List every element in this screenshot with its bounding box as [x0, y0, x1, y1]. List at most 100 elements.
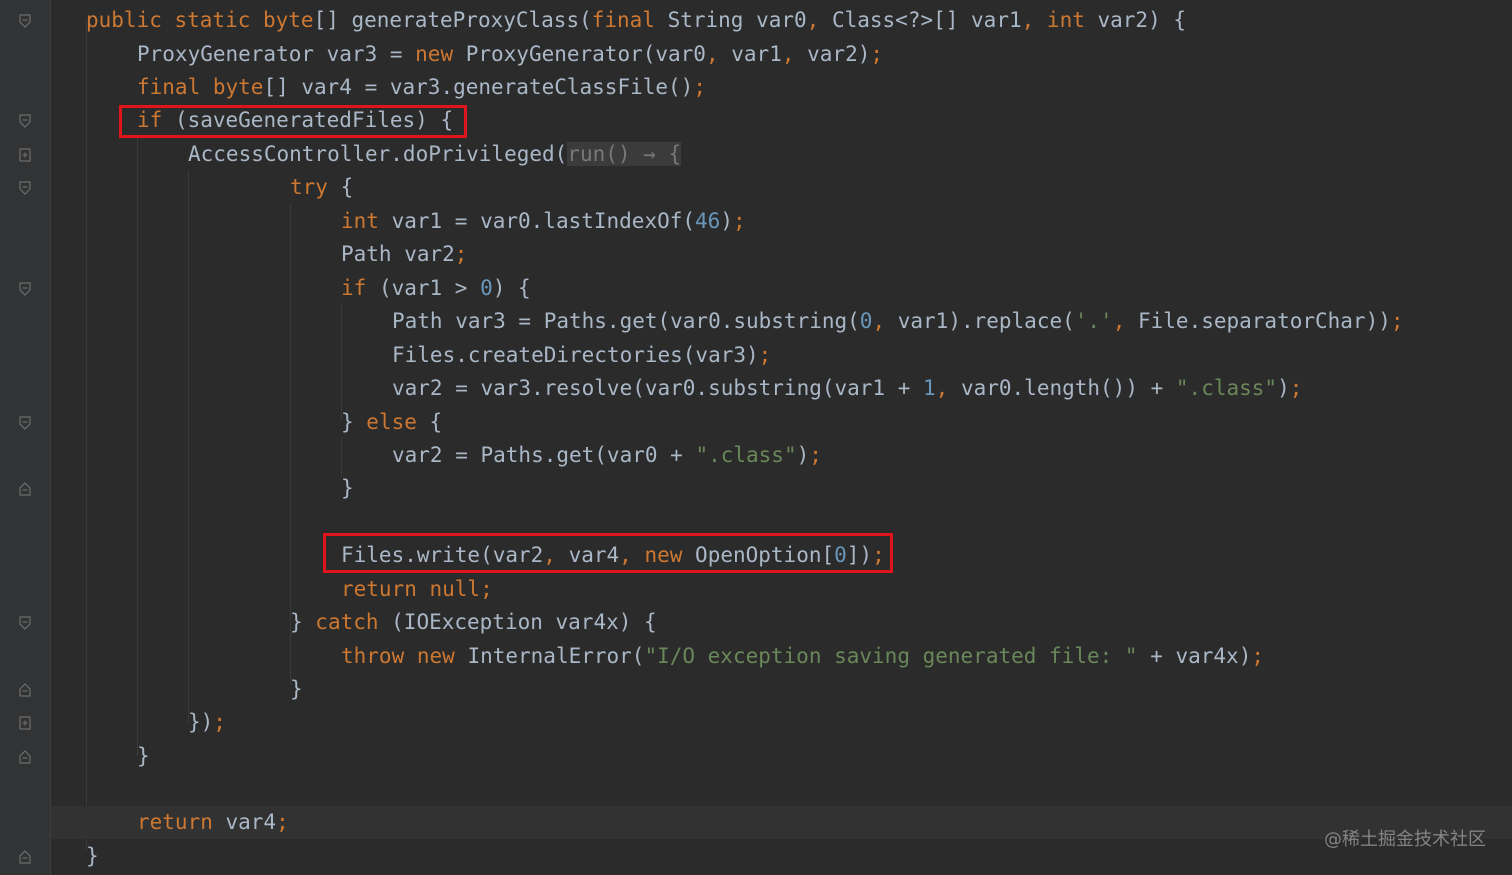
code-line[interactable] — [51, 506, 1512, 539]
code-token: ; — [213, 710, 226, 734]
fold-collapse-icon[interactable] — [19, 683, 31, 697]
code-line[interactable]: } — [51, 740, 1512, 773]
code-token: , — [935, 376, 961, 400]
code-token: ]) — [846, 543, 873, 567]
code-token: 0 — [859, 309, 873, 333]
code-text: } else { — [341, 406, 442, 439]
code-text: }); — [188, 706, 226, 739]
code-line[interactable]: return var4; — [51, 806, 1512, 839]
code-token: AccessController.doPrivileged( — [188, 142, 568, 166]
fold-collapse-icon[interactable] — [19, 416, 31, 430]
code-text: } — [86, 840, 99, 873]
code-line[interactable]: } — [51, 673, 1512, 706]
code-line[interactable]: var2 = Paths.get(var0 + ".class"); — [51, 439, 1512, 472]
code-token: File.separatorChar)) — [1138, 309, 1391, 333]
code-line[interactable]: if (var1 > 0) { — [51, 272, 1512, 305]
code-token: catch — [315, 610, 379, 634]
code-token: return null; — [341, 577, 493, 601]
code-token: ; — [870, 42, 884, 66]
code-token: var1 — [731, 42, 782, 66]
code-token: try — [290, 175, 328, 199]
code-text: if (var1 > 0) { — [341, 272, 531, 305]
code-token: int — [1046, 8, 1085, 32]
code-token: var1 = var0.lastIndexOf( — [378, 209, 696, 233]
code-line[interactable]: Files.write(var2, var4, new OpenOption[0… — [51, 539, 1512, 572]
code-token: Path var2 — [341, 242, 455, 266]
code-token: ; — [1390, 309, 1404, 333]
code-token: , — [806, 8, 832, 32]
code-token: ; — [1251, 644, 1264, 668]
code-token: var2 = Paths.get(var0 + — [392, 443, 696, 467]
code-line[interactable]: var2 = var3.resolve(var0.substring(var1 … — [51, 372, 1512, 405]
code-token: + var4x) — [1137, 644, 1252, 668]
code-token: if — [341, 276, 367, 300]
fold-collapse-icon[interactable] — [19, 850, 31, 864]
code-token: '.' — [1074, 309, 1113, 333]
code-token: Files.createDirectories(var3) — [392, 343, 759, 367]
fold-collapse-icon[interactable] — [19, 114, 31, 128]
fold-collapse-icon[interactable] — [19, 181, 31, 195]
code-token: else — [366, 410, 417, 434]
code-token: (IOException var4x) { — [378, 610, 657, 634]
code-line[interactable]: } catch (IOException var4x) { — [51, 606, 1512, 639]
code-token: ; — [872, 543, 885, 567]
code-line[interactable] — [51, 773, 1512, 806]
code-text: Path var3 = Paths.get(var0.substring(0, … — [392, 305, 1404, 338]
code-text: Files.write(var2, var4, new OpenOption[0… — [341, 539, 885, 572]
code-line[interactable]: public static byte[] generateProxyClass(… — [51, 4, 1512, 37]
code-token: } — [86, 844, 99, 868]
code-token: ; — [809, 443, 822, 467]
fold-collapse-icon[interactable] — [19, 14, 31, 28]
code-line[interactable]: throw new InternalError("I/O exception s… — [51, 640, 1512, 673]
code-line[interactable]: Files.createDirectories(var3); — [51, 339, 1512, 372]
code-token: Path var3 = Paths.get(var0.substring( — [392, 309, 860, 333]
code-token: , — [1021, 8, 1047, 32]
code-line[interactable]: return null; — [51, 573, 1512, 606]
code-line[interactable]: final byte[] var4 = var3.generateClassFi… — [51, 71, 1512, 104]
code-line[interactable]: ProxyGenerator var3 = new ProxyGenerator… — [51, 38, 1512, 71]
fold-expand-icon[interactable] — [19, 716, 31, 730]
code-text: } — [290, 673, 303, 706]
code-token: var2) { — [1084, 8, 1187, 32]
code-token: Files.write(var2 — [341, 543, 544, 567]
fold-collapse-icon[interactable] — [19, 482, 31, 496]
code-line[interactable]: } — [51, 472, 1512, 505]
code-token: , — [1112, 309, 1138, 333]
code-token: , — [543, 543, 569, 567]
code-token: }) — [188, 710, 214, 734]
code-token: ; — [732, 209, 746, 233]
code-line[interactable]: } — [51, 840, 1512, 873]
code-text: ProxyGenerator var3 = new ProxyGenerator… — [137, 38, 883, 71]
code-token: } — [290, 610, 316, 634]
code-token: ) — [720, 209, 733, 233]
code-line[interactable]: int var1 = var0.lastIndexOf(46); — [51, 205, 1512, 238]
code-text: return var4; — [137, 806, 289, 839]
fold-collapse-icon[interactable] — [19, 616, 31, 630]
editor-gutter — [0, 0, 50, 875]
code-line[interactable]: AccessController.doPrivileged(run() → { — [51, 138, 1512, 171]
code-text: final byte[] var4 = var3.generateClassFi… — [137, 71, 706, 104]
code-line[interactable]: }); — [51, 706, 1512, 739]
code-token: [] generateProxyClass( — [313, 8, 592, 32]
code-line[interactable]: } else { — [51, 406, 1512, 439]
code-token: , — [872, 309, 898, 333]
code-text: Path var2; — [341, 238, 467, 271]
code-line[interactable]: Path var3 = Paths.get(var0.substring(0, … — [51, 305, 1512, 338]
code-line[interactable]: Path var2; — [51, 238, 1512, 271]
fold-collapse-icon[interactable] — [19, 750, 31, 764]
code-line[interactable]: try { — [51, 171, 1512, 204]
code-token: } — [341, 476, 354, 500]
fold-collapse-icon[interactable] — [19, 282, 31, 296]
code-token: var2 = var3.resolve(var0.substring(var1 … — [392, 376, 924, 400]
code-token: var2) — [807, 42, 871, 66]
code-token: 46 — [695, 209, 721, 233]
code-token: ProxyGenerator var3 = — [137, 42, 416, 66]
code-editor[interactable]: public static byte[] generateProxyClass(… — [51, 0, 1512, 875]
code-line[interactable]: if (saveGeneratedFiles) { — [51, 104, 1512, 137]
code-text: Files.createDirectories(var3); — [392, 339, 771, 372]
code-text: throw new InternalError("I/O exception s… — [341, 640, 1264, 673]
fold-expand-icon[interactable] — [19, 148, 31, 162]
code-token: String var0 — [654, 8, 807, 32]
code-text: } — [137, 740, 150, 773]
code-token: public static byte — [86, 8, 314, 32]
